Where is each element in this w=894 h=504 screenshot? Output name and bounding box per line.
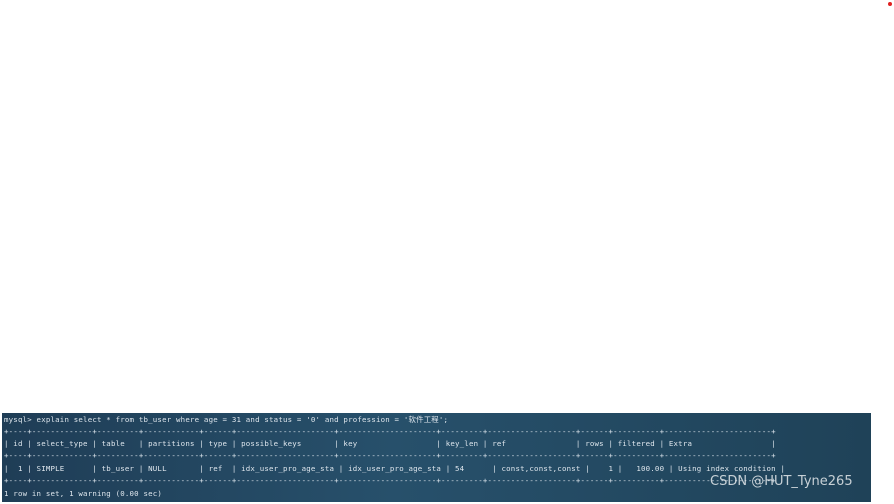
red-dot-marker <box>888 2 892 6</box>
table-border-top: +----+-------------+---------+----------… <box>4 427 776 436</box>
table-border-middle: +----+-------------+---------+----------… <box>4 451 776 460</box>
result-summary: 1 row in set, 1 warning (0.00 sec) <box>4 489 163 498</box>
command-line: mysql> explain select * from tb_user whe… <box>4 415 449 424</box>
csdn-watermark: CSDN @HUT_Tyne265 <box>710 474 853 489</box>
table-border-bottom: +----+-------------+---------+----------… <box>4 476 776 485</box>
table-header-row: | id | select_type | table | partitions … <box>4 439 776 448</box>
table-row: | 1 | SIMPLE | tb_user | NULL | ref | id… <box>4 464 786 473</box>
